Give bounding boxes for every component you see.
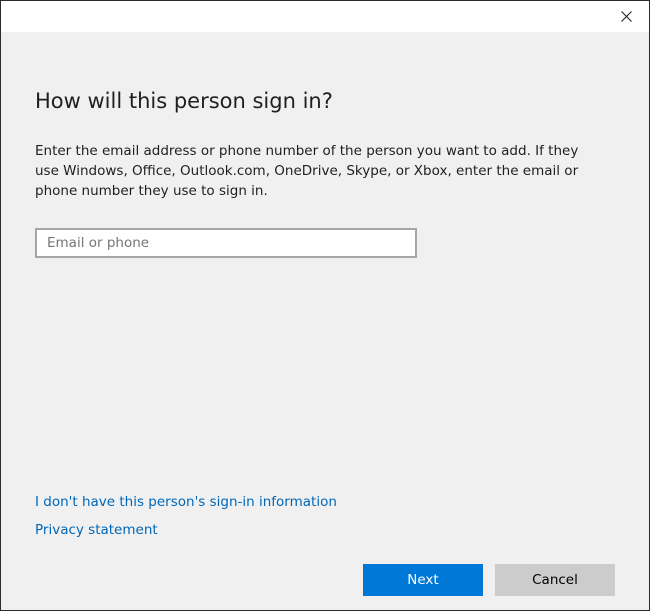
page-title: How will this person sign in? (35, 89, 333, 113)
cancel-button[interactable]: Cancel (495, 564, 615, 596)
privacy-statement-link[interactable]: Privacy statement (35, 522, 158, 538)
email-or-phone-input[interactable] (35, 228, 417, 258)
description-text: Enter the email address or phone number … (35, 143, 579, 199)
no-sign-in-info-link[interactable]: I don't have this person's sign-in infor… (35, 494, 337, 510)
next-button[interactable]: Next (363, 564, 483, 596)
close-button[interactable] (603, 1, 649, 32)
title-bar (1, 1, 649, 32)
add-user-dialog: How will this person sign in? Enter the … (0, 0, 650, 611)
close-icon (620, 11, 632, 22)
